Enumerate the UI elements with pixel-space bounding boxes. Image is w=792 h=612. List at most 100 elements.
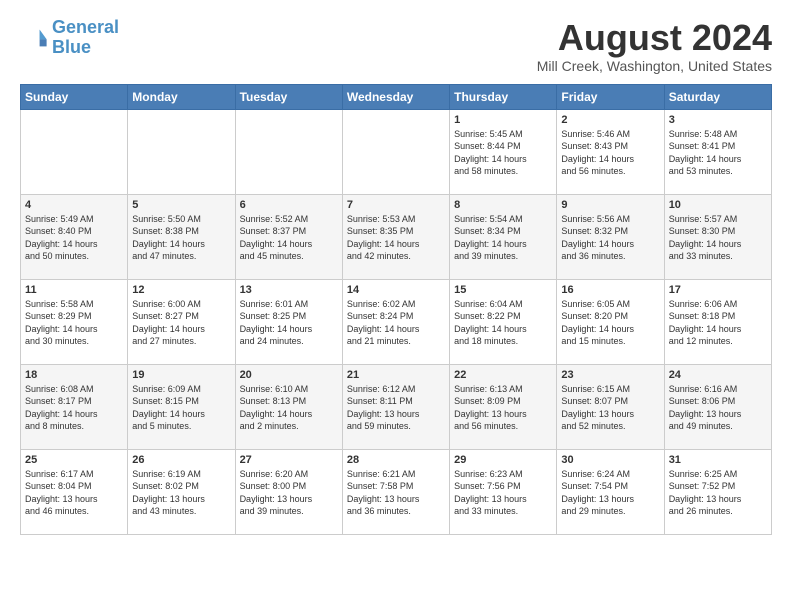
calendar-cell	[21, 109, 128, 194]
day-number: 6	[240, 199, 338, 211]
calendar-cell: 22 Sunrise: 6:13 AM Sunset: 8:09 PM Dayli…	[450, 364, 557, 449]
day-info: Sunrise: 6:25 AM Sunset: 7:52 PM Dayligh…	[669, 468, 767, 518]
day-number: 10	[669, 199, 767, 211]
calendar-cell	[128, 109, 235, 194]
calendar-cell: 31Sunrise: 6:25 AM Sunset: 7:52 PM Dayli…	[664, 449, 771, 534]
day-number: 16	[561, 284, 659, 296]
week-row-5: 25 Sunrise: 6:17 AM Sunset: 8:04 PM Dayli…	[21, 449, 772, 534]
month-title: August 2024	[537, 18, 772, 58]
calendar-cell	[342, 109, 449, 194]
day-number: 18	[25, 369, 123, 381]
day-number: 27	[240, 454, 338, 466]
day-number: 20	[240, 369, 338, 381]
day-number: 25	[25, 454, 123, 466]
day-info: Sunrise: 5:58 AM Sunset: 8:29 PM Dayligh…	[25, 298, 123, 348]
calendar-cell: 2 Sunrise: 5:46 AM Sunset: 8:43 PM Daylig…	[557, 109, 664, 194]
calendar-cell: 10 Sunrise: 5:57 AM Sunset: 8:30 PM Dayli…	[664, 194, 771, 279]
week-row-2: 4 Sunrise: 5:49 AM Sunset: 8:40 PM Daylig…	[21, 194, 772, 279]
day-number: 23	[561, 369, 659, 381]
day-info: Sunrise: 5:53 AM Sunset: 8:35 PM Dayligh…	[347, 213, 445, 263]
calendar-cell: 16Sunrise: 6:05 AM Sunset: 8:20 PM Dayli…	[557, 279, 664, 364]
calendar-page: General Blue August 2024 Mill Creek, Was…	[0, 0, 792, 545]
day-info: Sunrise: 6:17 AM Sunset: 8:04 PM Dayligh…	[25, 468, 123, 518]
day-number: 11	[25, 284, 123, 296]
calendar-cell: 29 Sunrise: 6:23 AM Sunset: 7:56 PM Dayli…	[450, 449, 557, 534]
location: Mill Creek, Washington, United States	[537, 58, 772, 74]
day-number: 3	[669, 114, 767, 126]
day-info: Sunrise: 6:15 AM Sunset: 8:07 PM Dayligh…	[561, 383, 659, 433]
day-number: 17	[669, 284, 767, 296]
day-info: Sunrise: 6:08 AM Sunset: 8:17 PM Dayligh…	[25, 383, 123, 433]
day-number: 12	[132, 284, 230, 296]
calendar-cell: 7 Sunrise: 5:53 AM Sunset: 8:35 PM Daylig…	[342, 194, 449, 279]
calendar-cell: 4 Sunrise: 5:49 AM Sunset: 8:40 PM Daylig…	[21, 194, 128, 279]
day-number: 30	[561, 454, 659, 466]
calendar-cell	[235, 109, 342, 194]
day-number: 5	[132, 199, 230, 211]
calendar-cell: 23 Sunrise: 6:15 AM Sunset: 8:07 PM Dayli…	[557, 364, 664, 449]
day-info: Sunrise: 5:56 AM Sunset: 8:32 PM Dayligh…	[561, 213, 659, 263]
day-info: Sunrise: 5:45 AM Sunset: 8:44 PM Dayligh…	[454, 128, 552, 178]
day-info: Sunrise: 6:19 AM Sunset: 8:02 PM Dayligh…	[132, 468, 230, 518]
day-info: Sunrise: 6:00 AM Sunset: 8:27 PM Dayligh…	[132, 298, 230, 348]
day-header-friday: Friday	[557, 84, 664, 109]
day-info: Sunrise: 6:23 AM Sunset: 7:56 PM Dayligh…	[454, 468, 552, 518]
day-info: Sunrise: 6:09 AM Sunset: 8:15 PM Dayligh…	[132, 383, 230, 433]
logo-line2: Blue	[52, 37, 91, 57]
day-number: 19	[132, 369, 230, 381]
calendar-cell: 17 Sunrise: 6:06 AM Sunset: 8:18 PM Dayli…	[664, 279, 771, 364]
day-number: 21	[347, 369, 445, 381]
day-number: 2	[561, 114, 659, 126]
day-number: 29	[454, 454, 552, 466]
calendar-cell: 8 Sunrise: 5:54 AM Sunset: 8:34 PM Daylig…	[450, 194, 557, 279]
day-info: Sunrise: 6:13 AM Sunset: 8:09 PM Dayligh…	[454, 383, 552, 433]
day-header-tuesday: Tuesday	[235, 84, 342, 109]
calendar-cell: 14Sunrise: 6:02 AM Sunset: 8:24 PM Dayli…	[342, 279, 449, 364]
day-number: 28	[347, 454, 445, 466]
day-number: 4	[25, 199, 123, 211]
day-info: Sunrise: 6:04 AM Sunset: 8:22 PM Dayligh…	[454, 298, 552, 348]
day-info: Sunrise: 5:48 AM Sunset: 8:41 PM Dayligh…	[669, 128, 767, 178]
calendar-cell: 12 Sunrise: 6:00 AM Sunset: 8:27 PM Dayli…	[128, 279, 235, 364]
day-number: 7	[347, 199, 445, 211]
calendar-cell: 27Sunrise: 6:20 AM Sunset: 8:00 PM Dayli…	[235, 449, 342, 534]
day-number: 9	[561, 199, 659, 211]
day-header-wednesday: Wednesday	[342, 84, 449, 109]
day-info: Sunrise: 5:54 AM Sunset: 8:34 PM Dayligh…	[454, 213, 552, 263]
day-number: 13	[240, 284, 338, 296]
calendar-cell: 28 Sunrise: 6:21 AM Sunset: 7:58 PM Dayli…	[342, 449, 449, 534]
calendar-cell: 26Sunrise: 6:19 AM Sunset: 8:02 PM Dayli…	[128, 449, 235, 534]
day-info: Sunrise: 6:16 AM Sunset: 8:06 PM Dayligh…	[669, 383, 767, 433]
calendar-cell: 21 Sunrise: 6:12 AM Sunset: 8:11 PM Dayli…	[342, 364, 449, 449]
calendar-cell: 20 Sunrise: 6:10 AM Sunset: 8:13 PM Dayli…	[235, 364, 342, 449]
day-info: Sunrise: 6:06 AM Sunset: 8:18 PM Dayligh…	[669, 298, 767, 348]
day-info: Sunrise: 6:21 AM Sunset: 7:58 PM Dayligh…	[347, 468, 445, 518]
day-number: 8	[454, 199, 552, 211]
day-info: Sunrise: 5:46 AM Sunset: 8:43 PM Dayligh…	[561, 128, 659, 178]
day-info: Sunrise: 5:57 AM Sunset: 8:30 PM Dayligh…	[669, 213, 767, 263]
week-row-4: 18 Sunrise: 6:08 AM Sunset: 8:17 PM Dayli…	[21, 364, 772, 449]
day-info: Sunrise: 6:12 AM Sunset: 8:11 PM Dayligh…	[347, 383, 445, 433]
week-row-3: 11 Sunrise: 5:58 AM Sunset: 8:29 PM Dayli…	[21, 279, 772, 364]
calendar-cell: 9 Sunrise: 5:56 AM Sunset: 8:32 PM Daylig…	[557, 194, 664, 279]
calendar-cell: 3 Sunrise: 5:48 AM Sunset: 8:41 PM Daylig…	[664, 109, 771, 194]
day-number: 22	[454, 369, 552, 381]
day-number: 14	[347, 284, 445, 296]
logo-line1: General	[52, 17, 119, 37]
calendar-cell: 25 Sunrise: 6:17 AM Sunset: 8:04 PM Dayli…	[21, 449, 128, 534]
calendar-cell: 1Sunrise: 5:45 AM Sunset: 8:44 PM Daylig…	[450, 109, 557, 194]
day-info: Sunrise: 6:01 AM Sunset: 8:25 PM Dayligh…	[240, 298, 338, 348]
day-info: Sunrise: 6:10 AM Sunset: 8:13 PM Dayligh…	[240, 383, 338, 433]
day-header-sunday: Sunday	[21, 84, 128, 109]
day-number: 15	[454, 284, 552, 296]
calendar-cell: 13 Sunrise: 6:01 AM Sunset: 8:25 PM Dayli…	[235, 279, 342, 364]
day-header-monday: Monday	[128, 84, 235, 109]
day-info: Sunrise: 5:49 AM Sunset: 8:40 PM Dayligh…	[25, 213, 123, 263]
logo-icon	[20, 24, 48, 52]
day-info: Sunrise: 5:50 AM Sunset: 8:38 PM Dayligh…	[132, 213, 230, 263]
logo-text: General Blue	[52, 18, 119, 58]
title-area: August 2024 Mill Creek, Washington, Unit…	[537, 18, 772, 74]
day-header-saturday: Saturday	[664, 84, 771, 109]
day-number: 24	[669, 369, 767, 381]
day-info: Sunrise: 5:52 AM Sunset: 8:37 PM Dayligh…	[240, 213, 338, 263]
